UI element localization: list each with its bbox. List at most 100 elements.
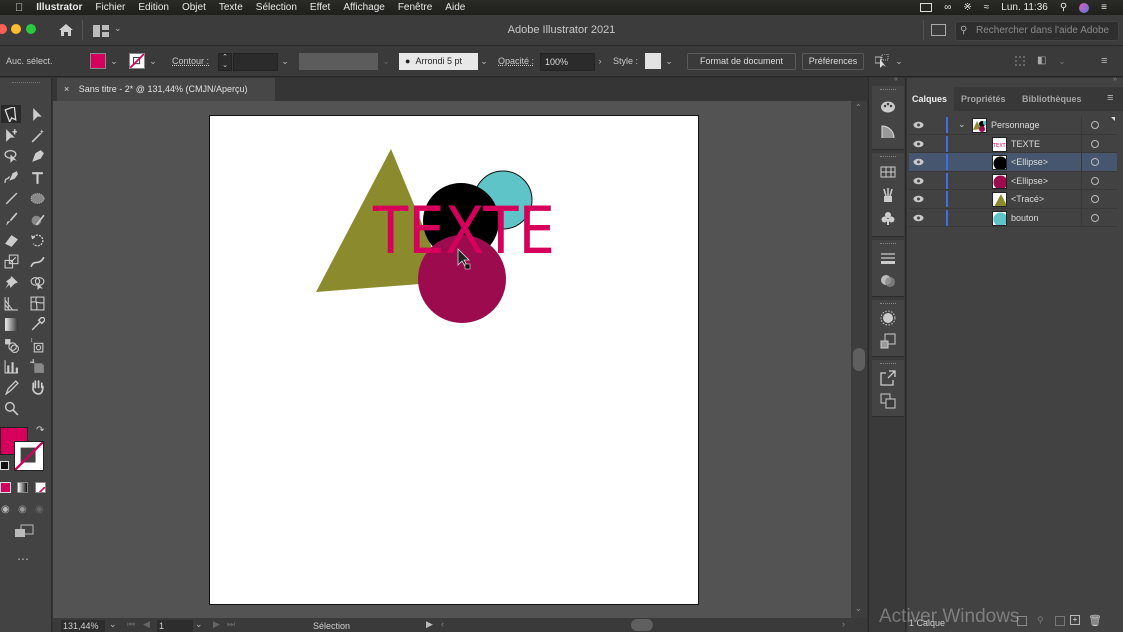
- hscroll-left-arrow[interactable]: ‹: [441, 619, 444, 629]
- layer-name[interactable]: <Ellipse>: [1011, 157, 1048, 167]
- select-similar-chevron[interactable]: ⌄: [893, 53, 905, 69]
- live-paint-bucket-tool[interactable]: [27, 336, 47, 354]
- tab-calques[interactable]: Calques: [907, 87, 954, 111]
- collapse-panel-icon[interactable]: »: [1113, 76, 1117, 83]
- visibility-eye-icon[interactable]: [913, 157, 924, 167]
- new-sublayer-icon[interactable]: +: [1070, 615, 1080, 625]
- blend-tool[interactable]: [1, 336, 21, 354]
- draw-behind-icon[interactable]: ◉: [18, 504, 30, 516]
- expand-chevron-icon[interactable]: ⌄: [958, 119, 966, 130]
- variable-width-profile[interactable]: [299, 53, 378, 70]
- draw-normal-icon[interactable]: ◉: [1, 504, 13, 516]
- visibility-eye-icon[interactable]: [913, 194, 924, 204]
- layer-name[interactable]: bouton: [1011, 213, 1039, 223]
- export-icon[interactable]: [880, 370, 896, 386]
- layer-row-texte[interactable]: TEXTE TEXTE: [909, 134, 1117, 153]
- artboard-number-input[interactable]: 1: [157, 620, 193, 632]
- contour-label[interactable]: Contour :: [172, 56, 209, 66]
- menu-texte[interactable]: Texte: [219, 2, 243, 13]
- artboards-panel-icon[interactable]: [880, 393, 896, 409]
- target-circle-icon[interactable]: [1091, 213, 1099, 222]
- menu-selection[interactable]: Sélection: [256, 2, 297, 13]
- group-grip[interactable]: [880, 243, 896, 247]
- edit-toolbar-icon[interactable]: ⋯: [17, 552, 29, 566]
- apple-menu-icon[interactable]: : [15, 2, 23, 14]
- target-circle-icon[interactable]: [1091, 195, 1099, 203]
- group-grip[interactable]: [880, 363, 896, 367]
- status-menu-arrow[interactable]: ▶: [426, 619, 433, 630]
- symbols-icon[interactable]: [880, 210, 896, 226]
- vertical-scrollbar[interactable]: ⌃ ⌄: [851, 101, 867, 618]
- brush-chevron[interactable]: ⌄: [478, 53, 490, 69]
- canvas-area[interactable]: TEXTE: [53, 101, 851, 618]
- select-similar-icon[interactable]: [874, 53, 889, 68]
- layer-row-personnage[interactable]: ⌄ Personnage: [909, 116, 1117, 135]
- eraser-tool[interactable]: [1, 231, 21, 249]
- menu-effet[interactable]: Effet: [310, 2, 330, 13]
- close-tab-icon[interactable]: ×: [64, 84, 69, 94]
- locate-object-icon[interactable]: ⚲: [1037, 615, 1044, 626]
- eyedropper-tool[interactable]: [27, 315, 47, 333]
- stroke-color-swatch[interactable]: [14, 441, 44, 471]
- screen-record-icon[interactable]: [920, 3, 933, 12]
- shape-builder-tool[interactable]: [27, 273, 47, 291]
- chevron-down-icon[interactable]: ⌄: [114, 23, 122, 34]
- stroke-panel-icon[interactable]: [880, 250, 896, 266]
- hscroll-right-arrow[interactable]: ›: [842, 619, 845, 629]
- target-circle-icon[interactable]: [1091, 121, 1099, 129]
- artboard[interactable]: TEXTE: [209, 115, 699, 605]
- zoom-window-button[interactable]: [26, 24, 36, 34]
- creative-cloud-icon[interactable]: ∞: [944, 2, 951, 13]
- pen-tool[interactable]: [27, 147, 47, 165]
- contour-stepper[interactable]: ⌃ ⌄: [218, 53, 232, 71]
- brushes-icon[interactable]: [880, 187, 896, 203]
- color-guide-icon[interactable]: [880, 124, 896, 140]
- previous-artboard-icon[interactable]: ◀: [143, 619, 150, 630]
- menu-edition[interactable]: Edition: [138, 2, 169, 13]
- slice-tool[interactable]: [1, 378, 21, 396]
- collapse-dock-icon[interactable]: «: [894, 76, 898, 83]
- line-segment-tool[interactable]: [1, 189, 21, 207]
- horizontal-scrollbar[interactable]: [449, 618, 851, 632]
- status-tool-label[interactable]: Sélection: [313, 621, 350, 631]
- preferences-button[interactable]: Préférences: [802, 53, 864, 70]
- menu-fenetre[interactable]: Fenêtre: [398, 2, 432, 13]
- perspective-grid-tool[interactable]: [1, 294, 21, 312]
- visibility-eye-icon[interactable]: [913, 176, 924, 186]
- toolbox-grip[interactable]: [12, 82, 40, 85]
- opacity-arrow[interactable]: ›: [594, 53, 606, 69]
- curvature-tool[interactable]: [1, 168, 21, 186]
- transform-chevron[interactable]: ⌄: [1056, 53, 1068, 69]
- shaper-tool[interactable]: [27, 210, 47, 228]
- zoom-tool[interactable]: [1, 399, 21, 417]
- align-grid-icon[interactable]: [1015, 56, 1025, 66]
- delete-layer-icon[interactable]: 🗑: [1088, 614, 1102, 627]
- menu-app-name[interactable]: Illustrator: [36, 2, 82, 13]
- none-mode-button[interactable]: [35, 482, 46, 493]
- menu-affichage[interactable]: Affichage: [343, 2, 385, 13]
- direct-selection-tool[interactable]: [27, 105, 47, 123]
- layer-row-trace[interactable]: <Tracé>: [909, 190, 1117, 209]
- layer-row-ellipse-black[interactable]: <Ellipse>: [909, 153, 1117, 172]
- zoom-chevron[interactable]: ⌄: [109, 619, 117, 630]
- close-window-button[interactable]: [0, 24, 7, 34]
- layer-name[interactable]: TEXTE: [1011, 139, 1040, 149]
- horizontal-scroll-thumb[interactable]: [631, 619, 653, 631]
- swap-fill-stroke-icon[interactable]: ↷: [36, 425, 44, 436]
- brush-definition[interactable]: ● Arrondi 5 pt: [399, 53, 478, 70]
- opacity-label[interactable]: Opacité :: [498, 56, 534, 66]
- group-grip[interactable]: [880, 89, 896, 93]
- clipping-mask-icon[interactable]: [1055, 616, 1065, 626]
- magic-wand-tool[interactable]: [27, 126, 47, 144]
- home-icon[interactable]: [58, 23, 74, 37]
- arrange-documents-icon[interactable]: [931, 24, 946, 36]
- contour-weight-input[interactable]: [233, 53, 278, 71]
- profile-chevron[interactable]: ⌄: [380, 53, 392, 69]
- gradient-tool[interactable]: [1, 315, 21, 333]
- artboard-tool[interactable]: [27, 357, 47, 375]
- visibility-eye-icon[interactable]: [913, 139, 924, 149]
- target-circle-icon[interactable]: [1091, 158, 1099, 166]
- selection-tool[interactable]: [1, 105, 21, 123]
- layer-row-bouton[interactable]: bouton: [909, 208, 1117, 227]
- tab-proprietes[interactable]: Propriétés: [956, 87, 1011, 111]
